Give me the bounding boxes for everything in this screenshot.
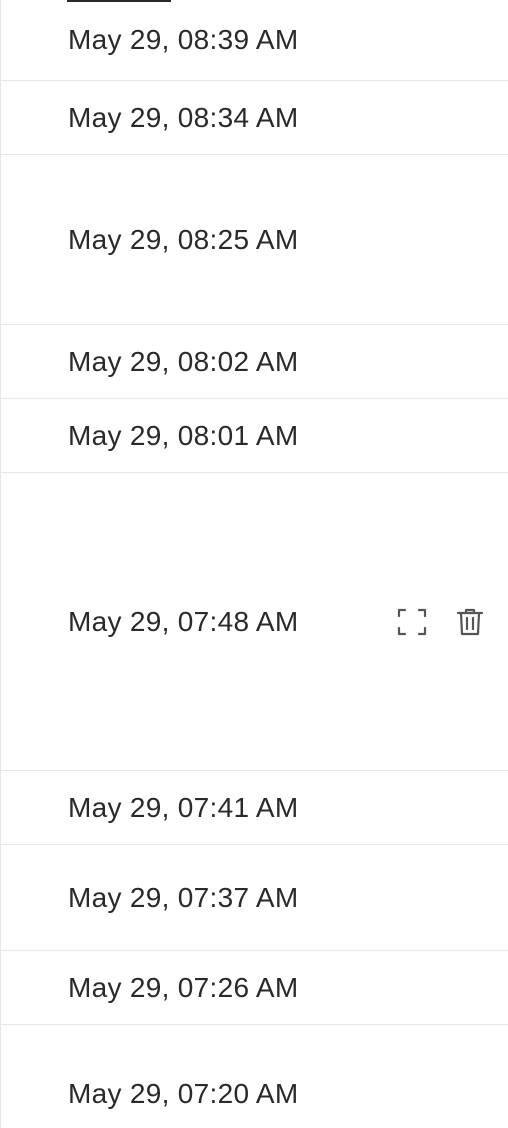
entry-timestamp: May 29, 08:34 AM [68,101,299,133]
list-item[interactable]: May 29, 08:01 AM [1,399,508,473]
expand-icon[interactable] [397,607,427,637]
list-item[interactable]: May 29, 07:20 AM [1,1025,508,1128]
list-item[interactable]: May 29, 08:34 AM [1,81,508,155]
entry-timestamp: May 29, 07:26 AM [68,971,299,1003]
list-item-hovered[interactable]: May 29, 07:48 AM [1,473,508,771]
entry-timestamp: May 29, 08:39 AM [68,24,299,55]
list-item[interactable]: May 29, 08:25 AM [1,155,508,325]
trash-icon[interactable] [455,607,485,637]
entry-timestamp: May 29, 07:20 AM [68,1077,299,1109]
list-item[interactable]: May 29, 07:26 AM [1,951,508,1025]
entry-timestamp: May 29, 08:02 AM [68,345,299,377]
list-item[interactable]: May 29, 07:41 AM [1,771,508,845]
entry-timestamp: May 29, 07:41 AM [68,791,299,823]
entry-timestamp: May 29, 08:01 AM [68,419,299,451]
entry-list: May 29, 08:39 AM May 29, 08:34 AM May 29… [0,0,508,1128]
row-actions [397,607,485,637]
list-item[interactable]: May 29, 08:02 AM [1,325,508,399]
list-item[interactable]: May 29, 08:39 AM [1,0,508,81]
entry-timestamp: May 29, 08:25 AM [68,223,299,255]
entry-timestamp: May 29, 07:37 AM [68,881,299,913]
entry-timestamp: May 29, 07:48 AM [68,605,299,637]
list-item[interactable]: May 29, 07:37 AM [1,845,508,951]
